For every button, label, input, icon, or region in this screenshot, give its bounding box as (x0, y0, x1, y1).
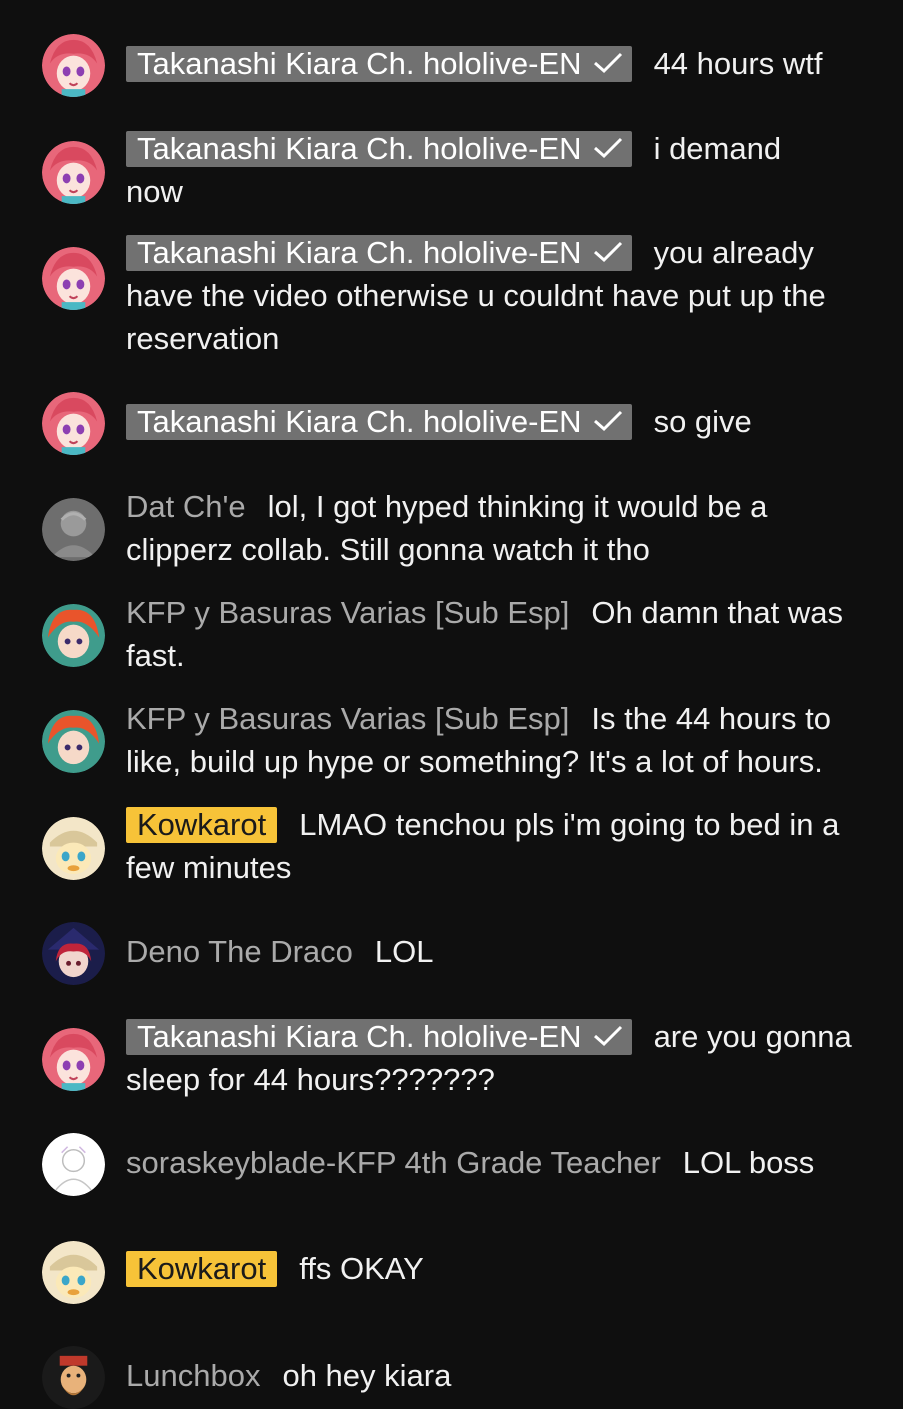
avatar[interactable] (42, 604, 105, 667)
author-name[interactable]: Kowkarot (126, 1251, 278, 1287)
author-name[interactable]: Takanashi Kiara Ch. hololive-EN (126, 46, 632, 82)
author-name[interactable]: Takanashi Kiara Ch. hololive-EN (126, 131, 632, 167)
avatar[interactable] (42, 247, 105, 310)
checkmark-icon (592, 409, 624, 433)
message-text: 44 hours wtf (653, 46, 823, 81)
avatar[interactable] (42, 922, 105, 985)
author-name[interactable]: Takanashi Kiara Ch. hololive-EN (126, 235, 632, 271)
checkmark-icon (592, 136, 624, 160)
author-name[interactable]: Takanashi Kiara Ch. hololive-EN (126, 404, 632, 440)
checkmark-icon (592, 240, 624, 264)
message-text: ffs OKAY (299, 1251, 424, 1286)
message-text: oh hey kiara (282, 1358, 452, 1393)
avatar[interactable] (42, 1133, 105, 1196)
avatar[interactable] (42, 817, 105, 880)
avatar[interactable] (42, 1241, 105, 1304)
live-chat: Takanashi Kiara Ch. hololive-EN 44 hours … (0, 0, 903, 1409)
avatar[interactable] (42, 1028, 105, 1091)
author-name[interactable]: Kowkarot (126, 807, 278, 843)
avatar[interactable] (42, 34, 105, 97)
author-name[interactable]: Takanashi Kiara Ch. hololive-EN (126, 1019, 632, 1055)
author-name[interactable]: Lunchbox (126, 1358, 260, 1393)
author-name[interactable]: Dat Ch'e (126, 489, 246, 524)
avatar[interactable] (42, 498, 105, 561)
author-name[interactable]: soraskeyblade-KFP 4th Grade Teacher (126, 1145, 661, 1180)
avatar[interactable] (42, 392, 105, 455)
checkmark-icon (592, 1024, 624, 1048)
avatar[interactable] (42, 710, 105, 773)
message-text: so give (653, 404, 752, 439)
author-name[interactable]: Deno The Draco (126, 934, 353, 969)
author-name[interactable]: KFP y Basuras Varias [Sub Esp] (126, 701, 569, 736)
message-text: LOL boss (682, 1145, 815, 1180)
checkmark-icon (592, 51, 624, 75)
avatar[interactable] (42, 141, 105, 204)
message-text: LOL (374, 934, 434, 969)
avatar[interactable] (42, 1346, 105, 1409)
author-name[interactable]: KFP y Basuras Varias [Sub Esp] (126, 595, 569, 630)
